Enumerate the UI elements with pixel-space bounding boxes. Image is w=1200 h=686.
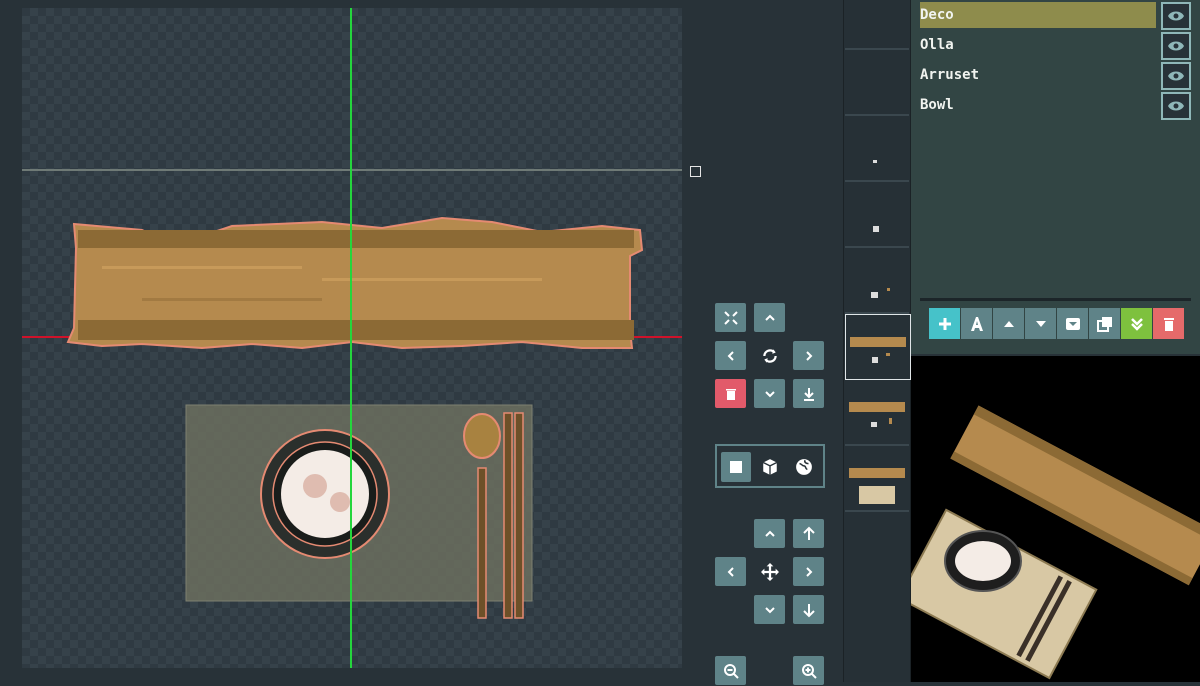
frame-thumbnail[interactable] [845, 0, 909, 50]
canvas-artwork [22, 8, 682, 668]
move-down-button[interactable] [793, 595, 824, 624]
duplicate-icon [1096, 316, 1112, 332]
square-icon [730, 461, 742, 473]
frame-thumbnail[interactable] [845, 116, 909, 182]
layer-name: Bowl [920, 97, 954, 113]
nudge-right-button[interactable] [793, 341, 824, 370]
move-handle[interactable] [754, 557, 785, 586]
arrow-down-icon [802, 603, 815, 617]
move-icon [760, 562, 779, 581]
wood-board [66, 216, 644, 350]
frame-thumbnail[interactable] [845, 380, 909, 446]
chevron-up-icon [764, 530, 775, 537]
view-mode-group [715, 444, 825, 488]
nudge-down-button[interactable] [754, 379, 785, 408]
layer-visibility-toggle[interactable] [1161, 2, 1191, 30]
duplicate-layer-button[interactable] [1089, 308, 1120, 339]
isometric-preview [897, 405, 1200, 680]
canvas-resize-handle[interactable] [690, 166, 701, 177]
chevron-right-icon [805, 566, 812, 577]
zoom-in-icon [801, 663, 817, 679]
add-layer-button[interactable] [929, 308, 960, 339]
arrow-down-icon [1035, 320, 1046, 327]
layer-name: Olla [920, 37, 954, 53]
zoom-out-button[interactable] [715, 656, 746, 685]
collapse-icon [1130, 317, 1143, 331]
layer-visibility-toggle[interactable] [1161, 92, 1191, 120]
view-globe-button[interactable] [789, 452, 819, 482]
frames-panel [843, 0, 911, 682]
eye-icon [1168, 101, 1184, 111]
delete-object-button[interactable] [715, 379, 746, 408]
trash-icon [725, 388, 736, 400]
add-icon [938, 317, 951, 330]
chevron-down-icon [764, 606, 775, 613]
view-3d-button[interactable] [755, 452, 785, 482]
layer-visibility-toggle[interactable] [1161, 32, 1191, 60]
layers-panel: Deco Olla Arruset Bowl [911, 0, 1200, 354]
move-layer-down-button[interactable] [1025, 308, 1056, 339]
frame-thumbnail[interactable] [845, 446, 909, 512]
move-layer-up-button[interactable] [993, 308, 1024, 339]
rice-bowl [260, 429, 390, 559]
zoom-out-icon [723, 663, 739, 679]
rename-layer-button[interactable] [961, 308, 992, 339]
sprite-canvas[interactable] [22, 8, 682, 668]
arrow-up-icon [802, 526, 815, 540]
nudge-left-button[interactable] [715, 341, 746, 370]
download-icon [803, 387, 814, 401]
layer-name: Deco [920, 7, 954, 23]
text-icon [970, 316, 983, 331]
nudge-up-button[interactable] [754, 303, 785, 332]
chevron-left-icon [727, 350, 734, 361]
chevron-right-icon [805, 350, 812, 361]
eye-icon [1168, 41, 1184, 51]
chevron-up-icon [764, 314, 775, 321]
chevron-left-icon [727, 566, 734, 577]
move-up-small-button[interactable] [754, 519, 785, 548]
layers-divider [920, 298, 1191, 301]
frame-thumbnail-selected[interactable] [845, 314, 911, 380]
move-right-button[interactable] [793, 557, 824, 586]
layer-item-bowl[interactable]: Bowl [920, 92, 1156, 118]
trash-icon [1163, 317, 1174, 331]
merge-down-button[interactable] [1057, 308, 1088, 339]
layer-item-arruset[interactable]: Arruset [920, 62, 1156, 88]
merge-down-icon [1065, 317, 1080, 330]
compress-icon [723, 310, 738, 325]
eye-icon [1168, 71, 1184, 81]
view-2d-button[interactable] [721, 452, 751, 482]
collapse-layers-button[interactable] [1121, 308, 1152, 339]
move-down-small-button[interactable] [754, 595, 785, 624]
refresh-icon [762, 348, 777, 363]
download-button[interactable] [793, 379, 824, 408]
eye-icon [1168, 11, 1184, 21]
arrow-up-icon [1003, 320, 1014, 327]
frame-thumbnail[interactable] [845, 50, 909, 116]
zoom-in-button[interactable] [793, 656, 824, 685]
chevron-down-icon [764, 390, 775, 397]
globe-icon [796, 459, 812, 475]
layer-name: Arruset [920, 67, 980, 83]
preview-panel [897, 356, 1200, 682]
move-up-button[interactable] [793, 519, 824, 548]
layer-item-deco[interactable]: Deco [920, 2, 1156, 28]
delete-layer-button[interactable] [1153, 308, 1184, 339]
rotate-button[interactable] [754, 341, 785, 370]
move-left-button[interactable] [715, 557, 746, 586]
cube-icon [762, 459, 778, 475]
frame-thumbnail[interactable] [845, 248, 909, 314]
fit-view-button[interactable] [715, 303, 746, 332]
layer-item-olla[interactable]: Olla [920, 32, 1156, 58]
frame-thumbnail[interactable] [845, 182, 909, 248]
layer-visibility-toggle[interactable] [1161, 62, 1191, 90]
